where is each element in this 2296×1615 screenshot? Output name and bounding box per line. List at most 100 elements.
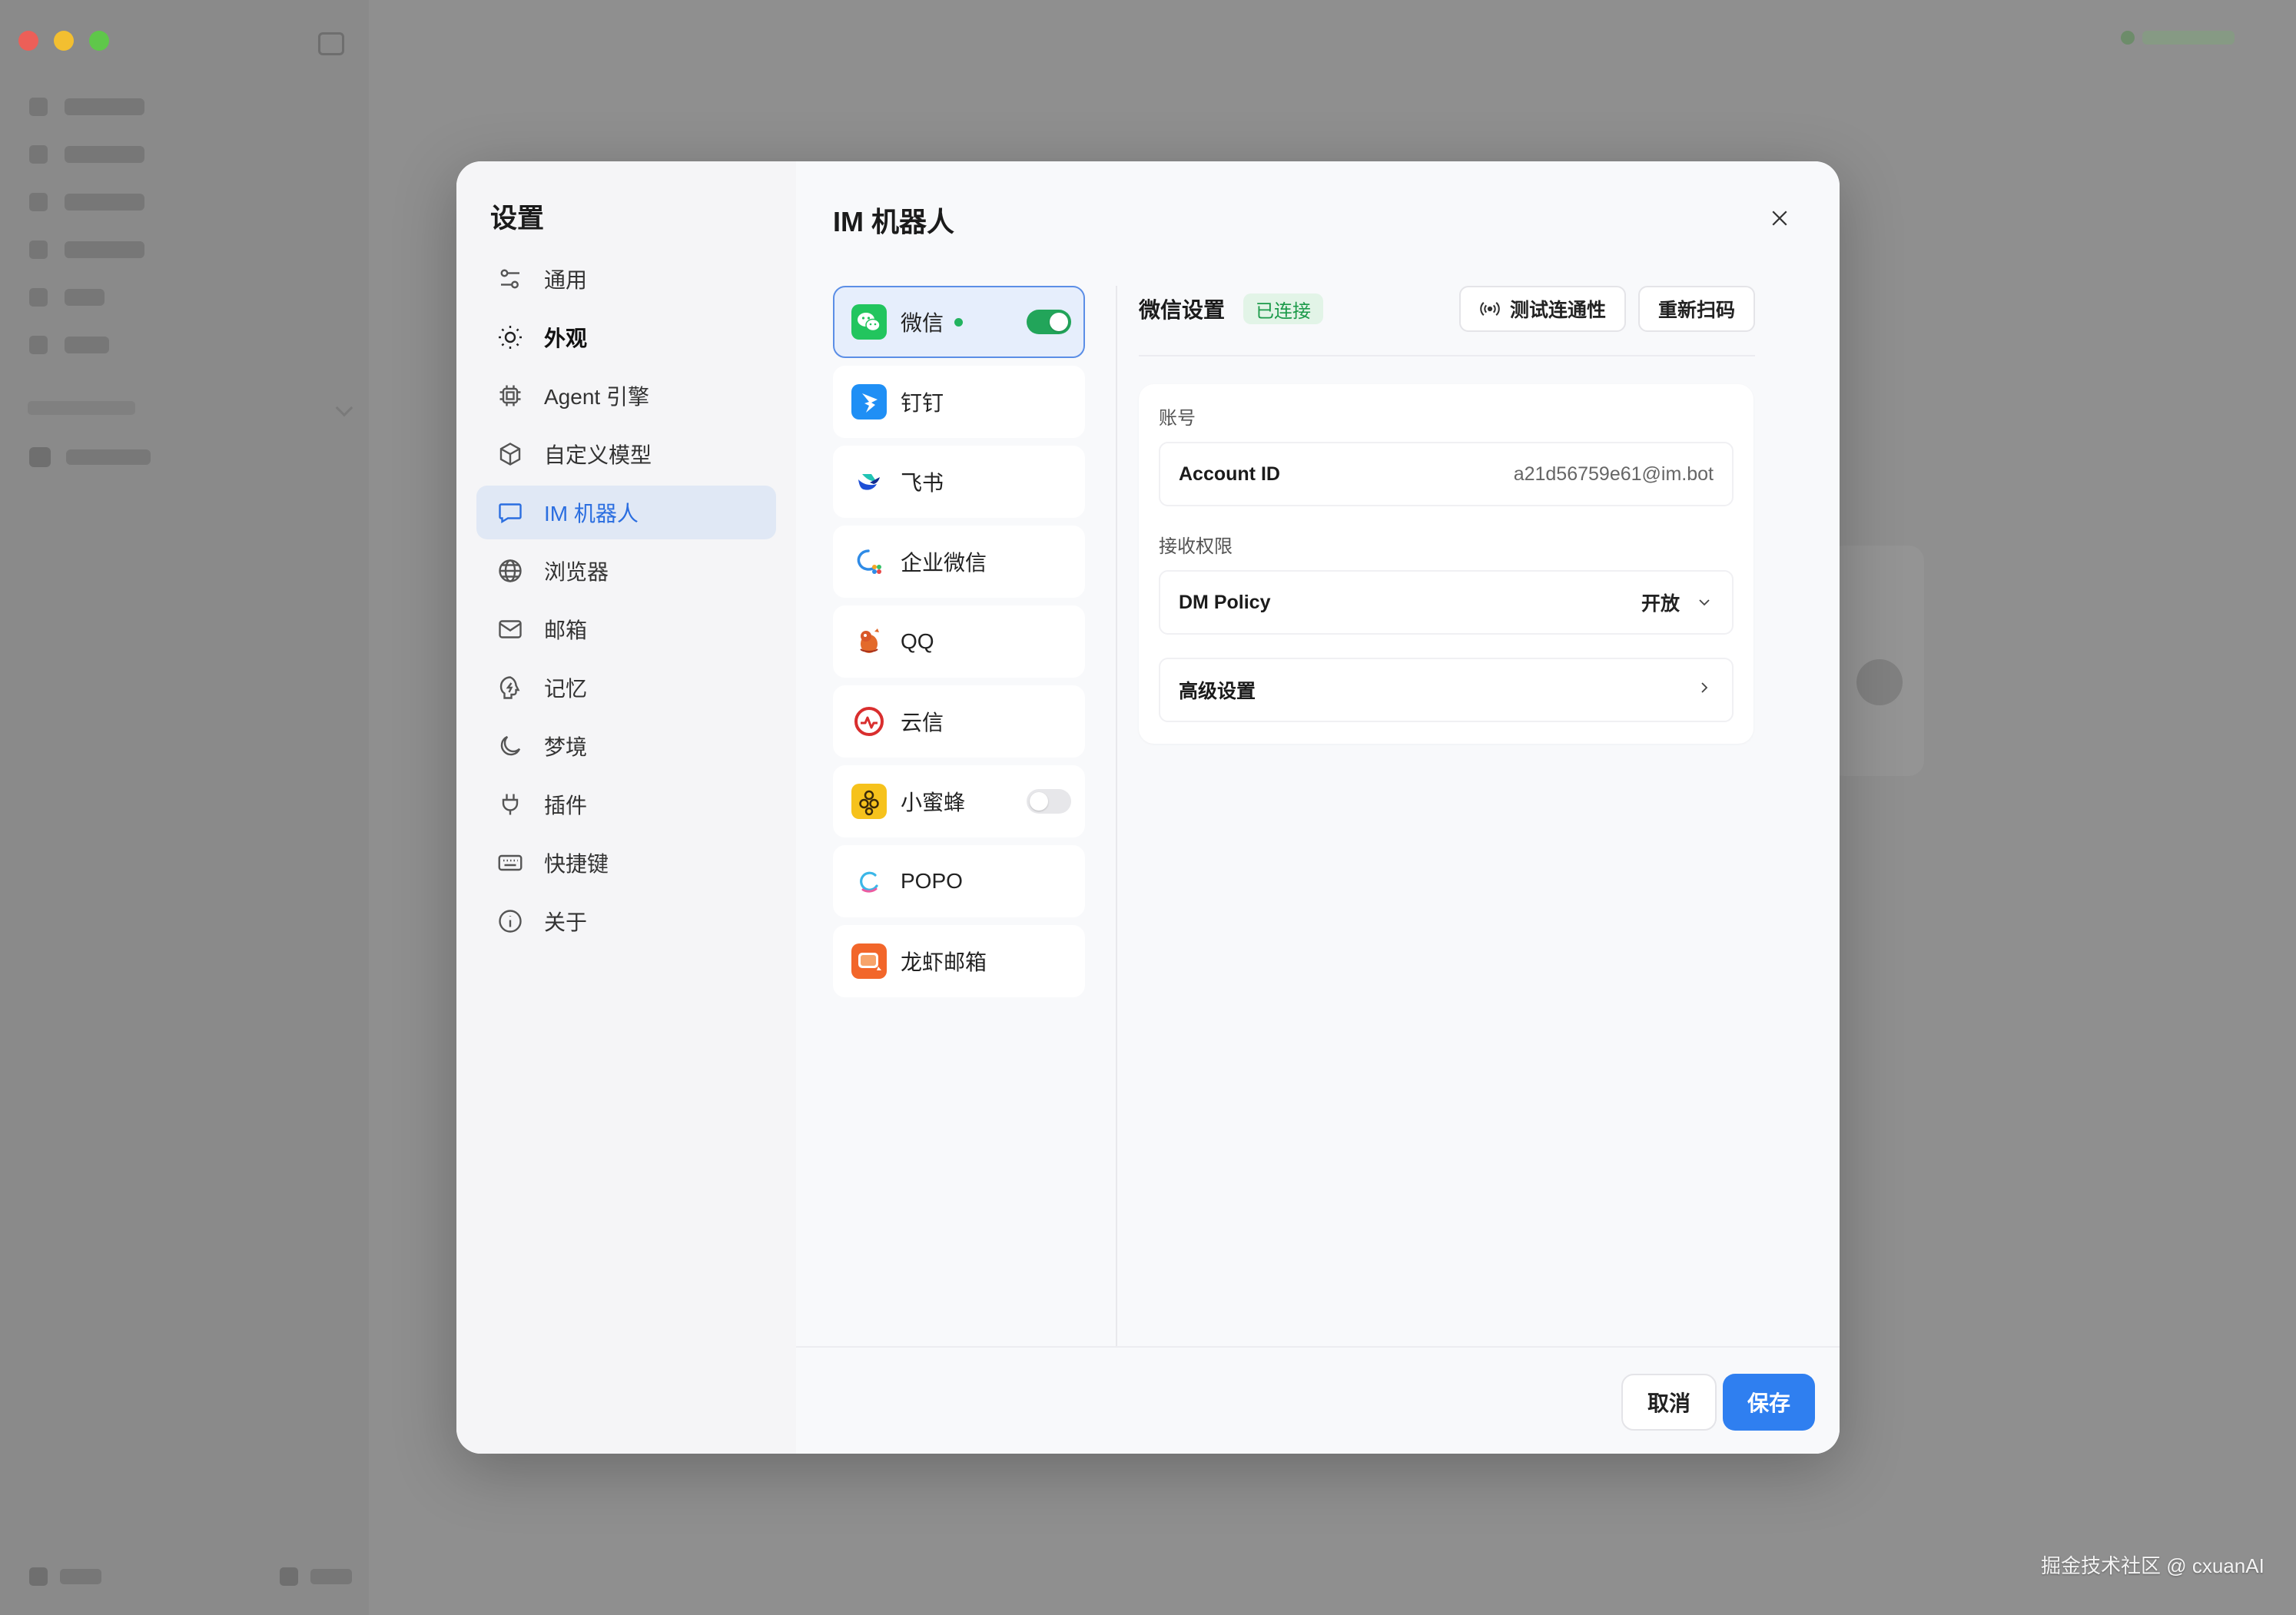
platform-item-yunxin[interactable]: 云信 bbox=[833, 685, 1085, 758]
platform-label-wrap: 云信 bbox=[901, 706, 1083, 737]
background-nav-item bbox=[29, 226, 144, 274]
cube-icon bbox=[496, 440, 524, 468]
nav-label: 记忆 bbox=[544, 677, 588, 701]
platform-label-wrap: QQ bbox=[901, 629, 1083, 654]
cancel-button[interactable]: 取消 bbox=[1621, 1374, 1717, 1431]
platform-item-wecom[interactable]: 企业微信 bbox=[833, 526, 1085, 598]
advanced-settings-row[interactable]: 高级设置 bbox=[1159, 658, 1734, 722]
settings-dialog: 设置 通用 外观 Agent 引擎 自定义模型 IM 机器人 浏览器 邮箱 记忆… bbox=[456, 161, 1840, 1454]
close-window-button[interactable] bbox=[18, 31, 38, 51]
sidebar-toggle-icon[interactable] bbox=[318, 32, 344, 55]
dm-policy-select[interactable]: 开放 bbox=[1641, 589, 1714, 616]
minimize-window-button[interactable] bbox=[54, 31, 74, 51]
nav-item-about[interactable]: 关于 bbox=[476, 894, 776, 948]
platform-label: POPO bbox=[901, 869, 963, 893]
platform-item-bee[interactable]: 小蜜蜂 bbox=[833, 765, 1085, 837]
nav-item-custom-model[interactable]: 自定义模型 bbox=[476, 427, 776, 481]
bee-icon bbox=[851, 784, 887, 819]
account-id-label: Account ID bbox=[1179, 463, 1280, 485]
platform-item-popo[interactable]: POPO bbox=[833, 845, 1085, 917]
nav-item-plugins[interactable]: 插件 bbox=[476, 778, 776, 831]
detail-actions: 测试连通性 重新扫码 bbox=[1458, 286, 1755, 332]
rescan-button[interactable]: 重新扫码 bbox=[1637, 286, 1755, 332]
nav-item-appearance[interactable]: 外观 bbox=[476, 310, 776, 364]
background-circle bbox=[1856, 659, 1903, 705]
nav-item-memory[interactable]: 记忆 bbox=[476, 661, 776, 715]
header-divider bbox=[1139, 355, 1755, 356]
moon-icon bbox=[496, 732, 524, 760]
test-connectivity-button[interactable]: 测试连通性 bbox=[1458, 286, 1626, 332]
nav-label: 自定义模型 bbox=[544, 443, 652, 467]
platform-item-wechat[interactable]: 微信 bbox=[833, 286, 1085, 358]
platform-label-wrap: 龙虾邮箱 bbox=[901, 946, 1083, 977]
nav-item-agent-engine[interactable]: Agent 引擎 bbox=[476, 369, 776, 423]
wecom-icon bbox=[851, 544, 887, 579]
account-id-row: Account ID a21d56759e61@im.bot bbox=[1159, 442, 1734, 506]
chip-icon bbox=[496, 382, 524, 410]
nav-label: 梦境 bbox=[544, 735, 588, 759]
watermark: 掘金技术社区 @ cxuanAI bbox=[2041, 1554, 2264, 1577]
nav-item-dream[interactable]: 梦境 bbox=[476, 719, 776, 773]
background-nav-item bbox=[29, 274, 144, 321]
rescan-label: 重新扫码 bbox=[1657, 300, 1735, 321]
feishu-icon bbox=[851, 464, 887, 499]
platform-label-wrap: 飞书 bbox=[901, 466, 1083, 497]
wechat-icon bbox=[851, 304, 887, 340]
close-dialog-button[interactable] bbox=[1764, 203, 1795, 234]
nav-item-im-bot[interactable]: IM 机器人 bbox=[476, 486, 776, 539]
account-id-value: a21d56759e61@im.bot bbox=[1513, 463, 1714, 485]
save-button[interactable]: 保存 bbox=[1723, 1374, 1815, 1431]
im-platform-list: 微信 钉钉 飞书 企业微信 QQ 云信 小蜜蜂 POPO 龙虾邮箱 bbox=[833, 286, 1085, 1005]
yunxin-icon bbox=[851, 704, 887, 739]
settings-title: 设置 bbox=[490, 204, 545, 234]
settings-card: 账号 Account ID a21d56759e61@im.bot 接收权限 D… bbox=[1139, 384, 1754, 744]
detail-header: 微信设置 已连接 测试连通性 重新扫码 bbox=[1139, 286, 1755, 332]
nav-label: 浏览器 bbox=[544, 560, 609, 584]
app-sidebar-background bbox=[0, 0, 369, 1615]
globe-icon bbox=[496, 557, 524, 585]
dm-policy-label: DM Policy bbox=[1179, 591, 1271, 613]
nav-label: Agent 引擎 bbox=[544, 385, 649, 409]
info-icon bbox=[496, 907, 524, 935]
account-section-label: 账号 bbox=[1159, 408, 1196, 429]
maximize-window-button[interactable] bbox=[89, 31, 109, 51]
background-bottom-bar bbox=[29, 1567, 352, 1586]
platform-label: 龙虾邮箱 bbox=[901, 950, 987, 974]
nav-item-mail[interactable]: 邮箱 bbox=[476, 602, 776, 656]
settings-nav-panel: 设置 通用 外观 Agent 引擎 自定义模型 IM 机器人 浏览器 邮箱 记忆… bbox=[456, 161, 796, 1454]
platform-item-feishu[interactable]: 飞书 bbox=[833, 446, 1085, 518]
nav-label: 关于 bbox=[544, 910, 588, 934]
nav-item-shortcuts[interactable]: 快捷键 bbox=[476, 836, 776, 890]
status-badge: 已连接 bbox=[1243, 293, 1324, 324]
nav-label: 通用 bbox=[544, 268, 588, 292]
permission-section-label: 接收权限 bbox=[1159, 536, 1233, 557]
platform-item-lobster-mail[interactable]: 龙虾邮箱 bbox=[833, 925, 1085, 997]
qq-icon bbox=[851, 624, 887, 659]
signal-icon bbox=[1480, 302, 1500, 316]
background-section-header bbox=[28, 396, 353, 420]
nav-label: IM 机器人 bbox=[544, 502, 639, 526]
dm-policy-row: DM Policy 开放 bbox=[1159, 570, 1734, 635]
mail-icon bbox=[496, 615, 524, 643]
plug-icon bbox=[496, 791, 524, 818]
popo-icon bbox=[851, 864, 887, 899]
nav-label: 邮箱 bbox=[544, 618, 588, 642]
platform-label: 企业微信 bbox=[901, 551, 987, 575]
platform-label-wrap: 企业微信 bbox=[901, 546, 1083, 577]
sun-icon bbox=[496, 323, 524, 351]
detail-title: 微信设置 bbox=[1139, 298, 1226, 322]
background-agent-item bbox=[29, 447, 151, 467]
platform-item-dingtalk[interactable]: 钉钉 bbox=[833, 366, 1085, 438]
bee-enable-toggle[interactable] bbox=[1027, 789, 1071, 814]
background-nav-item bbox=[29, 178, 144, 226]
platform-label-wrap: 钉钉 bbox=[901, 386, 1083, 417]
dialog-footer: 取消 保存 bbox=[796, 1346, 1840, 1454]
platform-item-qq[interactable]: QQ bbox=[833, 605, 1085, 678]
keyboard-icon bbox=[496, 849, 524, 877]
settings-nav-list: 通用 外观 Agent 引擎 自定义模型 IM 机器人 浏览器 邮箱 记忆 梦境… bbox=[476, 252, 776, 953]
nav-item-general[interactable]: 通用 bbox=[476, 252, 776, 306]
window-controls bbox=[18, 31, 109, 51]
platform-label-wrap: POPO bbox=[901, 869, 1083, 894]
wechat-enable-toggle[interactable] bbox=[1027, 310, 1071, 334]
nav-item-browser[interactable]: 浏览器 bbox=[476, 544, 776, 598]
